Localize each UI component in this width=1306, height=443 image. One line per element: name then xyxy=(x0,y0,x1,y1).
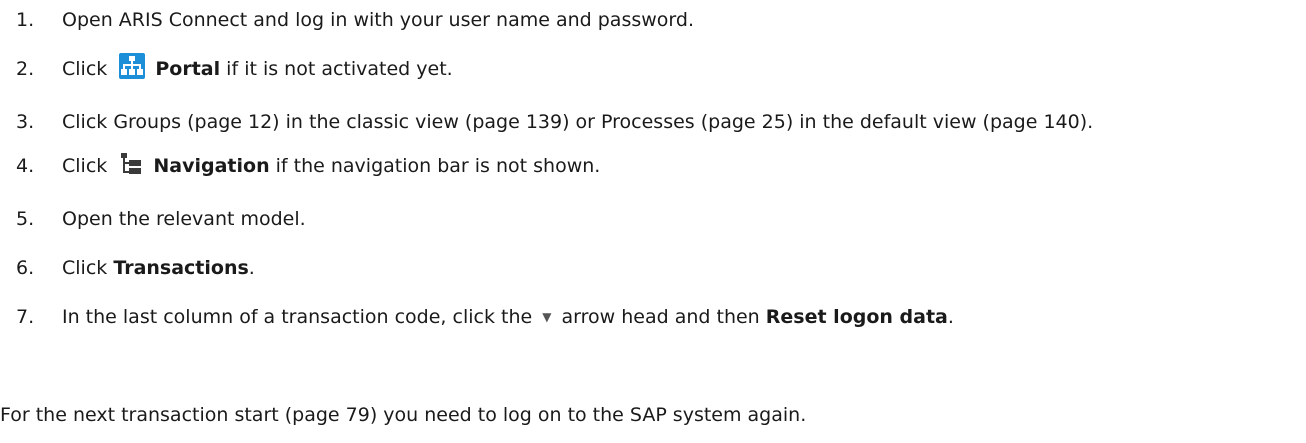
step-6: 6. Click Transactions. xyxy=(0,250,1306,286)
step-text-post: if it is not activated yet. xyxy=(220,58,453,80)
step-text-post: . xyxy=(248,257,255,279)
navigation-tree-icon xyxy=(119,152,143,188)
step-text-pre: In the last column of a transaction code… xyxy=(62,306,533,328)
step-text-post: if the navigation bar is not shown. xyxy=(269,155,601,177)
transactions-label: Transactions xyxy=(113,257,249,279)
step-4: 4. Click Navigation if the navigation ba… xyxy=(0,148,1306,188)
step-1: 1. Open ARIS Connect and log in with you… xyxy=(0,2,1306,38)
step-7: 7. In the last column of a transaction c… xyxy=(0,299,1306,335)
step-text-mid: arrow head and then xyxy=(561,306,766,328)
step-number: 5. xyxy=(16,208,35,230)
step-3: 3. Click Groups (page 12) in the classic… xyxy=(0,104,1306,140)
step-2: 2. Click Portal if it is not activated y… xyxy=(0,51,1306,91)
step-number: 2. xyxy=(16,58,35,80)
arrow-head-icon: ▼ xyxy=(542,310,552,324)
step-number: 7. xyxy=(16,306,35,328)
step-number: 4. xyxy=(16,155,35,177)
reset-logon-data-label: Reset logon data xyxy=(765,306,948,328)
step-number: 1. xyxy=(16,9,35,31)
step-number: 3. xyxy=(16,111,35,133)
portal-label: Portal xyxy=(155,58,221,80)
steps-list: 1. Open ARIS Connect and log in with you… xyxy=(0,2,1306,335)
step-text-pre: Click xyxy=(62,58,108,80)
portal-icon xyxy=(119,53,146,91)
note-text: For the next transaction start (page 79)… xyxy=(0,404,807,426)
step-text-pre: Click xyxy=(62,155,108,177)
step-text: Click Groups (page 12) in the classic vi… xyxy=(62,111,1094,133)
step-text: Open ARIS Connect and log in with your u… xyxy=(62,9,694,31)
step-number: 6. xyxy=(16,257,35,279)
document: 1. Open ARIS Connect and log in with you… xyxy=(0,0,1306,426)
step-5: 5. Open the relevant model. xyxy=(0,201,1306,237)
step-text: Open the relevant model. xyxy=(62,208,306,230)
step-text-pre: Click xyxy=(62,257,114,279)
step-text-post: . xyxy=(947,306,954,328)
navigation-label: Navigation xyxy=(153,155,270,177)
